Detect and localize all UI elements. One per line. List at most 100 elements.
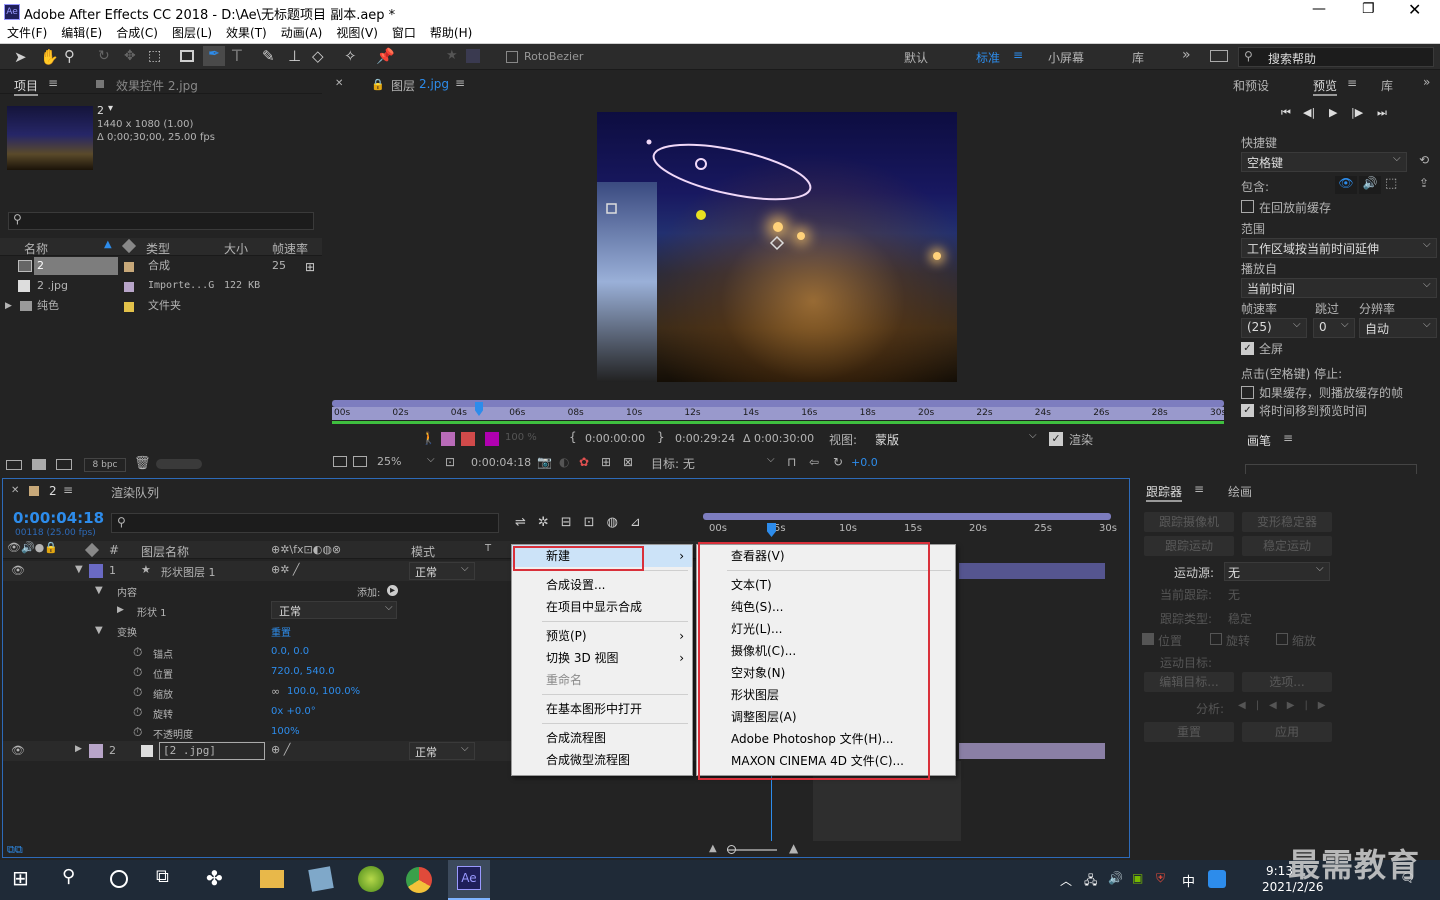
analyze-controls-icons[interactable]: ◀|◀▶|▶ (1238, 700, 1336, 711)
layer-2-bar[interactable] (959, 743, 1105, 759)
show-snapshot-icon[interactable]: ◐ (559, 455, 569, 469)
cortana-icon[interactable] (110, 870, 128, 888)
exposure-icon[interactable]: ↻ (833, 455, 843, 469)
workspace-default[interactable]: 默认 (904, 49, 928, 66)
menu-animation[interactable]: 动画(A) (274, 24, 330, 42)
next-frame-icon[interactable]: |▶ (1351, 106, 1363, 119)
col-size[interactable]: 大小 (224, 240, 248, 257)
always-preview-icon[interactable] (333, 456, 347, 467)
comp-tab-menu-icon[interactable]: ≡ (63, 483, 73, 497)
rotobezier-checkbox[interactable] (506, 51, 518, 63)
monitor-icon[interactable] (353, 456, 367, 467)
new-folder-icon[interactable] (32, 459, 46, 470)
include-audio-icon[interactable]: 🔊 (1359, 176, 1381, 194)
context-menu-item[interactable]: 合成设置... (512, 574, 692, 596)
context-menu-item[interactable]: 在基本图形中打开 (512, 698, 692, 720)
transform-twirl-icon[interactable]: ▼ (95, 625, 103, 636)
menu-effect[interactable]: 效果(T) (219, 24, 274, 42)
brush-tool-icon[interactable]: ✎ (262, 47, 275, 65)
property-value[interactable]: 720.0, 540.0 (271, 666, 335, 677)
contents-twirl-icon[interactable]: ▼ (95, 585, 103, 596)
shape-path-overlay[interactable] (597, 112, 957, 382)
menu-window[interactable]: 窗口 (385, 24, 423, 42)
layer-label-swatch[interactable] (89, 564, 103, 578)
pinwheel-app-icon[interactable]: ✤ (206, 866, 234, 894)
sort-ascending-icon[interactable]: ▲ (104, 239, 112, 250)
security-icon[interactable]: ⛨ (1156, 871, 1165, 886)
panel-overflow-icon[interactable]: » (1423, 75, 1430, 89)
chrome-icon[interactable] (406, 867, 432, 893)
add-button[interactable]: ▸ (387, 585, 398, 596)
roi-icon[interactable]: ⊠ (623, 455, 633, 469)
context-menu-item[interactable]: 在项目中显示合成 (512, 596, 692, 618)
track-motion-button[interactable]: 跟踪运动 (1144, 536, 1234, 556)
magenta-swatch[interactable] (485, 432, 499, 446)
sync-icon[interactable] (1210, 50, 1228, 62)
notepad-app-icon[interactable] (308, 866, 334, 892)
context-menu-item[interactable]: 重命名 (512, 669, 692, 691)
render-checkbox[interactable]: ✓ (1049, 432, 1063, 446)
menu-layer[interactable]: 图层(L) (165, 24, 219, 42)
workspace-standard[interactable]: 标准 (976, 49, 1000, 66)
stopwatch-icon[interactable]: ⏱ (133, 685, 142, 700)
context-menu-item[interactable]: 合成微型流程图 (512, 749, 692, 771)
scale-checkbox[interactable] (1276, 633, 1288, 645)
move-time-checkbox[interactable]: ✓ (1241, 404, 1254, 417)
volume-icon[interactable]: 🔊 (1108, 871, 1123, 885)
pan-behind-tool-icon[interactable]: ⬚ (148, 48, 161, 64)
tab-project[interactable]: 项目 (14, 77, 39, 96)
in-timecode[interactable]: 0:00:00:00 (585, 432, 645, 445)
context-menu-item[interactable]: 预览(P) › (512, 625, 692, 647)
tab-effect-controls[interactable]: 效果控件 2.jpg (116, 77, 198, 94)
layer-image[interactable] (597, 112, 957, 382)
menu-help[interactable]: 帮助(H) (423, 24, 479, 42)
onion-icon[interactable] (441, 432, 455, 446)
reset-button[interactable]: 重置 (1144, 722, 1234, 742)
stabilize-motion-button[interactable]: 稳定运动 (1242, 536, 1332, 556)
visibility-eye-icon[interactable]: 👁 (11, 564, 25, 577)
comp-tab-label[interactable]: 2 (49, 484, 57, 498)
project-row-comp[interactable]: 2 合成 25 (0, 256, 304, 276)
paint-tab[interactable]: 画笔 (1247, 432, 1271, 449)
selected-item-dropdown-icon[interactable]: ▾ (108, 103, 113, 114)
layer-switches-icon[interactable]: ⊕✲ ╱ (271, 563, 300, 576)
timeline-search-input[interactable] (111, 513, 499, 533)
reset-exposure-icon[interactable]: ⊓ (787, 455, 796, 469)
stopwatch-icon[interactable]: ⏱ (133, 725, 142, 740)
workspace-library[interactable]: 库 (1132, 49, 1144, 66)
reset-link[interactable]: 重置 (271, 624, 291, 639)
out-point-icon[interactable]: } (657, 430, 665, 444)
nvidia-icon[interactable]: ▣ (1132, 871, 1143, 885)
prev-frame-icon[interactable]: ◀| (1303, 106, 1315, 119)
after-effects-taskbar-icon[interactable]: Ae (448, 860, 490, 900)
warp-stabilizer-button[interactable]: 变形稳定器 (1242, 512, 1332, 532)
workspace-small-screen[interactable]: 小屏幕 (1048, 49, 1084, 66)
timeline-timecode[interactable]: 0:00:04:18 (13, 509, 104, 527)
preview-tab-menu-icon[interactable]: ≡ (1347, 76, 1357, 90)
menu-composition[interactable]: 合成(C) (109, 24, 165, 42)
menu-view[interactable]: 视图(V) (329, 24, 385, 42)
col-fps[interactable]: 帧速率 (272, 240, 308, 257)
apply-button[interactable]: 应用 (1242, 722, 1332, 742)
stopwatch-icon[interactable]: ⏱ (133, 665, 142, 680)
context-menu-item[interactable]: 切换 3D 视图 › (512, 647, 692, 669)
puppet-pin-tool-icon[interactable]: 📌 (376, 47, 395, 65)
workspace-menu-icon[interactable]: ≡ (1013, 48, 1023, 62)
if-cache-checkbox[interactable] (1241, 386, 1254, 399)
windows-start-icon[interactable]: ⊞ (12, 866, 40, 894)
tab-library[interactable]: 库 (1381, 77, 1393, 94)
stopwatch-icon[interactable]: ⏱ (133, 645, 142, 660)
zoom-tool-icon[interactable]: ⚲ (64, 47, 75, 65)
thumb-slider[interactable] (156, 459, 202, 469)
exposure-value[interactable]: +0.0 (851, 456, 878, 469)
clone-stamp-tool-icon[interactable]: ⊥ (288, 47, 301, 65)
tab-render-queue[interactable]: 渲染队列 (111, 484, 159, 501)
flowchart-icon[interactable]: ⊞ (305, 260, 315, 274)
project-search-input[interactable] (8, 212, 314, 230)
close-tab-icon[interactable]: ✕ (335, 78, 343, 89)
work-area-bar[interactable] (703, 513, 1111, 520)
lock-icon[interactable]: 🔒 (371, 78, 385, 91)
track-camera-button[interactable]: 跟踪摄像机 (1144, 512, 1234, 532)
twirl-down-icon[interactable]: ▼ (75, 564, 83, 575)
minimize-button[interactable]: — (1312, 1, 1326, 17)
